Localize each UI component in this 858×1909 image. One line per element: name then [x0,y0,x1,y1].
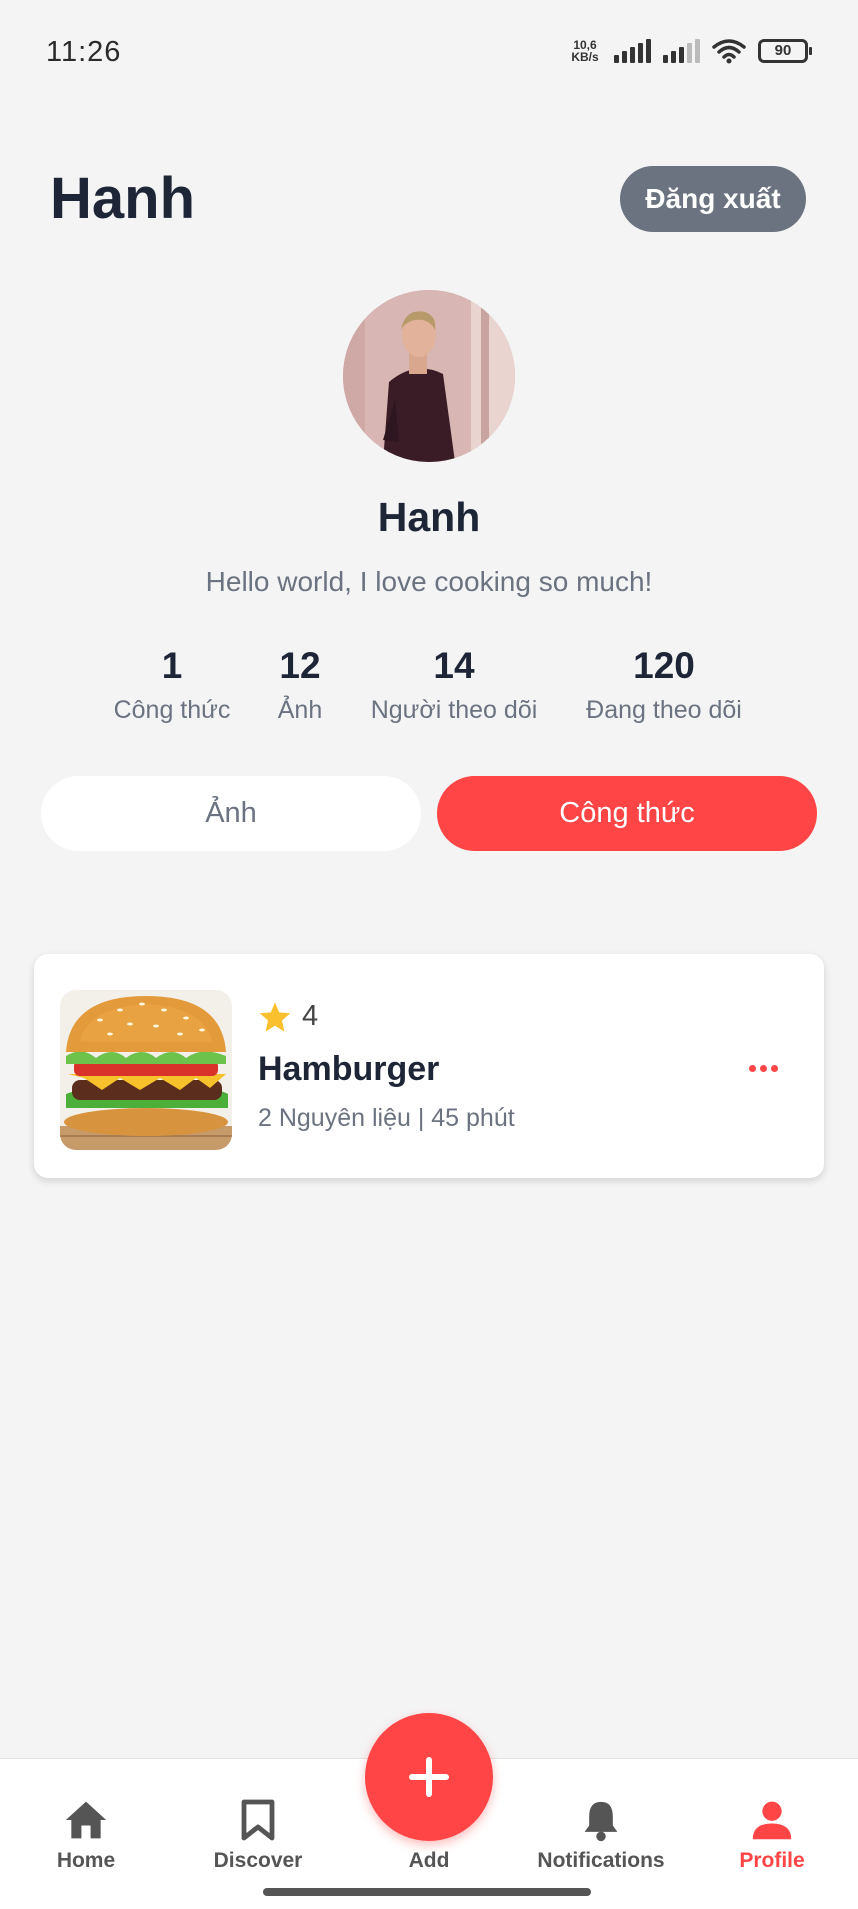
stat-photos[interactable]: 12 Ảnh [268,644,332,725]
stat-label: Đang theo dõi [586,696,742,724]
nav-profile[interactable]: Profile [692,1759,852,1879]
stat-value: 12 [279,645,321,686]
rating: 4 [258,1000,318,1033]
home-indicator[interactable] [263,1888,591,1896]
profile-bio: Hello world, I love cooking so much! [205,566,653,597]
recipe-title: Hamburger [258,1050,440,1088]
nav-label: Discover [213,1849,303,1872]
home-icon [65,1801,107,1839]
nav-home[interactable]: Home [6,1759,166,1879]
plus-icon [409,1757,449,1797]
rating-value: 4 [302,1000,319,1032]
nav-label: Home [56,1849,116,1872]
hamburger-image [60,990,232,1150]
nav-label: Profile [739,1849,805,1872]
tab-recipes[interactable]: Công thức [437,776,817,851]
stat-followers[interactable]: 14 Người theo dõi [368,644,540,725]
signal-icon [614,39,651,63]
stat-recipes[interactable]: 1 Công thức [112,644,232,725]
nav-discover[interactable]: Discover [178,1759,338,1879]
stat-label: Người theo dõi [370,696,538,724]
tab-photos[interactable]: Ảnh [41,776,421,851]
network-speed: 10,6 KB/s [571,38,599,64]
status-bar: 11:26 10,6 KB/s 90 [0,0,858,104]
more-options-icon[interactable] [740,1054,786,1082]
profile-name: Hanh [377,494,481,540]
stat-value: 120 [633,645,695,686]
recipe-meta: 2 Nguyên liệu | 45 phút [258,1104,515,1132]
nav-label: Add [408,1849,450,1872]
logout-button[interactable]: Đăng xuất [620,166,806,232]
wifi-icon [712,39,746,64]
stat-following[interactable]: 120 Đang theo dõi [582,644,746,725]
avatar-image [343,290,515,462]
star-icon [259,1001,291,1032]
recipe-image [60,990,232,1150]
add-button[interactable] [365,1713,493,1841]
recipe-card[interactable]: 4 Hamburger 2 Nguyên liệu | 45 phút [34,954,824,1178]
bell-icon [584,1801,618,1842]
nav-label: Notifications [537,1849,665,1872]
avatar[interactable] [343,290,515,462]
signal-icon-secondary [663,39,700,63]
stat-label: Công thức [113,696,231,724]
status-icons: 10,6 KB/s 90 [568,34,812,68]
nav-notifications[interactable]: Notifications [521,1759,681,1879]
stat-label: Ảnh [277,696,323,724]
stat-value: 1 [161,645,183,686]
page-title: Hanh [50,166,195,231]
stat-value: 14 [433,645,475,686]
battery-icon: 90 [758,39,812,63]
status-time: 11:26 [46,36,122,68]
bookmark-icon [241,1799,275,1841]
person-icon [752,1801,792,1840]
